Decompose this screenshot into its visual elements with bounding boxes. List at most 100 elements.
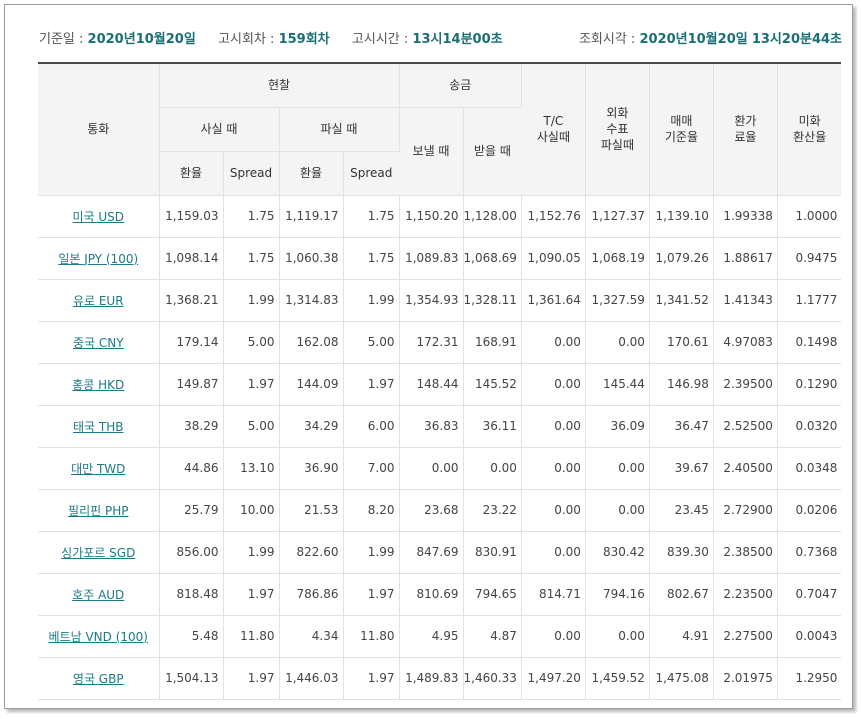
rate-cell-base: 36.47	[649, 405, 714, 448]
rate-cell-cash-buy: 1,504.13	[159, 657, 224, 700]
rate-cell-cash-sell: 34.29	[279, 405, 344, 448]
rate-cell-check: 830.42	[585, 531, 650, 574]
currency-link[interactable]: 필리핀 PHP	[68, 504, 128, 518]
rate-cell-check: 0.00	[585, 321, 650, 364]
rate-cell-receive: 168.91	[463, 321, 522, 364]
currency-link[interactable]: 태국 THB	[73, 420, 123, 434]
rate-cell-tc: 0.00	[521, 363, 586, 406]
header-remit: 송금	[399, 62, 522, 108]
rate-cell-send: 36.83	[399, 405, 464, 448]
currency-link[interactable]: 베트남 VND (100)	[49, 630, 148, 644]
rate-cell-cash-sell-spread: 1.75	[343, 195, 400, 238]
rate-cell-cash-sell-spread: 5.00	[343, 321, 400, 364]
rate-cell-cash-sell: 144.09	[279, 363, 344, 406]
round-label: 고시회차 :	[218, 32, 275, 47]
rate-cell-usd: 0.9475	[777, 237, 842, 280]
rate-cell-cash-sell: 1,446.03	[279, 657, 344, 700]
rate-cell-usd: 0.1498	[777, 321, 842, 364]
table-row: 태국 THB 38.29 5.00 34.29 6.00 36.83 36.11 0.00 36…	[38, 405, 842, 448]
rate-cell-send: 847.69	[399, 531, 464, 574]
rate-cell-cash-sell-spread: 1.99	[343, 531, 400, 574]
rate-cell-cash-buy: 149.87	[159, 363, 224, 406]
rate-cell-conv: 2.23500	[713, 573, 778, 616]
time-label: 고시시간 :	[351, 32, 409, 47]
rate-cell-cash-buy-spread: 1.99	[223, 279, 280, 322]
rate-cell-send: 1,489.83	[399, 657, 464, 700]
rate-cell-cash-buy-spread: 1.75	[223, 195, 280, 238]
table-row: 영국 GBP 1,504.13 1.97 1,446.03 1.97 1,489.83 1,…	[38, 657, 842, 700]
header-receive: 받을 때	[463, 107, 522, 196]
rate-cell-tc: 1,090.05	[521, 237, 586, 280]
query-date-value: 2020년10월20일	[639, 32, 748, 47]
currency-link[interactable]: 홍콩 HKD	[72, 378, 124, 392]
currency-link[interactable]: 싱가포르 SGD	[61, 546, 135, 560]
currency-link[interactable]: 일본 JPY (100)	[58, 252, 138, 266]
currency-link[interactable]: 중국 CNY	[73, 336, 124, 350]
rate-cell-cash-buy-spread: 5.00	[223, 405, 280, 448]
rate-cell-receive: 0.00	[463, 447, 522, 490]
rate-cell-tc: 0.00	[521, 321, 586, 364]
header-base-rate: 매매 기준율	[649, 62, 714, 196]
rate-cell-send: 148.44	[399, 363, 464, 406]
header-usd-rate: 미화 환산율	[777, 62, 842, 196]
rate-cell-cash-sell-spread: 1.75	[343, 237, 400, 280]
currency-link[interactable]: 영국 GBP	[73, 672, 124, 686]
round-value: 159회차	[278, 32, 330, 47]
rate-cell-tc: 1,361.64	[521, 279, 586, 322]
rate-cell-usd: 0.0348	[777, 447, 842, 490]
rate-cell-send: 23.68	[399, 489, 464, 532]
rate-cell-cash-buy: 38.29	[159, 405, 224, 448]
header-sell-spread: Spread	[343, 151, 399, 196]
rate-cell-cash-sell-spread: 6.00	[343, 405, 400, 448]
exchange-rate-table: 통화 현찰 송금 T/C 사실때 외화 수표 파실때 매매 기준율 환가 료율 미화 환산율…	[38, 62, 842, 700]
rate-cell-check: 1,127.37	[585, 195, 650, 238]
rate-cell-receive: 1,328.11	[463, 279, 522, 322]
currency-cell: 일본 JPY (100)	[38, 237, 160, 280]
rate-cell-cash-sell: 36.90	[279, 447, 344, 490]
currency-cell: 태국 THB	[38, 405, 160, 448]
base-date-value: 2020년10월20일	[87, 32, 196, 47]
rate-cell-cash-buy: 25.79	[159, 489, 224, 532]
rate-cell-cash-buy: 44.86	[159, 447, 224, 490]
currency-cell: 필리핀 PHP	[38, 489, 160, 532]
rate-cell-cash-sell-spread: 1.99	[343, 279, 400, 322]
query-info: 조회시각 : 2020년10월20일 13시20분44초	[579, 28, 842, 47]
rate-cell-check: 1,459.52	[585, 657, 650, 700]
rate-cell-send: 0.00	[399, 447, 464, 490]
rate-cell-tc: 0.00	[521, 447, 586, 490]
rate-cell-cash-buy-spread: 11.80	[223, 615, 280, 658]
table-row: 유로 EUR 1,368.21 1.99 1,314.83 1.99 1,354.93 1,…	[38, 279, 842, 322]
rate-cell-cash-sell: 162.08	[279, 321, 344, 364]
currency-link[interactable]: 미국 USD	[72, 210, 124, 224]
rate-cell-conv: 2.01975	[713, 657, 778, 700]
currency-link[interactable]: 유로 EUR	[73, 294, 124, 308]
currency-link[interactable]: 대만 TWD	[71, 462, 125, 476]
rate-cell-tc: 1,497.20	[521, 657, 586, 700]
query-time-value: 13시20분44초	[751, 32, 842, 47]
header-cash: 현찰	[159, 62, 400, 108]
rate-cell-receive: 4.87	[463, 615, 522, 658]
rate-cell-cash-sell: 1,314.83	[279, 279, 344, 322]
table-row: 베트남 VND (100) 5.48 11.80 4.34 11.80 4.95 4.87 0…	[38, 615, 842, 658]
table-row: 대만 TWD 44.86 13.10 36.90 7.00 0.00 0.00 0.00 0.0…	[38, 447, 842, 490]
rate-cell-check: 0.00	[585, 447, 650, 490]
rate-cell-conv: 2.52500	[713, 405, 778, 448]
rate-cell-tc: 0.00	[521, 405, 586, 448]
rate-cell-cash-buy-spread: 1.75	[223, 237, 280, 280]
rate-cell-cash-buy-spread: 1.97	[223, 657, 280, 700]
table-row: 홍콩 HKD 149.87 1.97 144.09 1.97 148.44 145.52 0.…	[38, 363, 842, 406]
rate-cell-cash-sell: 21.53	[279, 489, 344, 532]
rate-cell-base: 146.98	[649, 363, 714, 406]
exchange-rate-panel: 기준일 : 2020년10월20일 고시회차 : 159회차 고시시간 : 13…	[4, 4, 853, 709]
rate-cell-receive: 145.52	[463, 363, 522, 406]
rate-cell-receive: 1,128.00	[463, 195, 522, 238]
table-row: 일본 JPY (100) 1,098.14 1.75 1,060.38 1.75 1,08…	[38, 237, 842, 280]
currency-cell: 미국 USD	[38, 195, 160, 238]
rate-cell-cash-sell: 1,119.17	[279, 195, 344, 238]
currency-cell: 싱가포르 SGD	[38, 531, 160, 574]
rate-cell-check: 1,068.19	[585, 237, 650, 280]
rate-cell-cash-sell-spread: 8.20	[343, 489, 400, 532]
rate-cell-usd: 0.0043	[777, 615, 842, 658]
currency-link[interactable]: 호주 AUD	[72, 588, 124, 602]
currency-cell: 홍콩 HKD	[38, 363, 160, 406]
